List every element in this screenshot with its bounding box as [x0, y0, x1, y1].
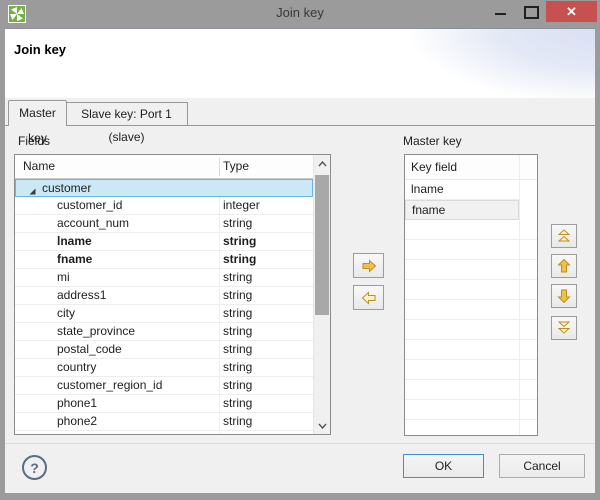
scrollbar-thumb[interactable]: [315, 175, 329, 315]
field-type: string: [223, 215, 252, 232]
table-row[interactable]: lname string: [15, 233, 313, 251]
table-row[interactable]: address1 string: [15, 287, 313, 305]
scroll-up-icon[interactable]: [314, 155, 330, 172]
maximize-button[interactable]: [516, 0, 546, 22]
field-name: customer_id: [57, 197, 122, 214]
key-field-value: lname: [411, 182, 444, 196]
move-up-button[interactable]: [551, 254, 577, 278]
field-type: string: [223, 377, 252, 394]
down-arrow-icon: [557, 288, 571, 304]
field-name: postal_code: [57, 341, 122, 358]
table-row[interactable]: customer_region_id string: [15, 377, 313, 395]
field-name: account_num: [57, 215, 129, 232]
minimize-button[interactable]: [486, 0, 514, 22]
master-key-label: Master key: [403, 134, 462, 148]
tree-row-customer[interactable]: customer: [15, 179, 313, 197]
move-down-button[interactable]: [551, 284, 577, 308]
key-row-fname[interactable]: fname: [405, 200, 519, 220]
field-type: string: [223, 269, 252, 286]
empty-grid-rows: [405, 220, 537, 435]
tab-bar: Master key Slave key: Port 1 (slave): [5, 98, 595, 126]
table-row[interactable]: phone2 string: [15, 413, 313, 431]
header-gradient-decoration: [395, 29, 595, 98]
ok-label: OK: [435, 459, 452, 473]
maximize-icon: [524, 6, 539, 19]
tab-slave-key[interactable]: Slave key: Port 1 (slave): [66, 102, 188, 126]
join-key-dialog: Join key ✕ Join key Master key Slave key…: [0, 0, 600, 500]
tree-expander-icon[interactable]: [28, 184, 37, 193]
app-clover-icon[interactable]: [8, 5, 26, 23]
titlebar[interactable]: Join key ✕: [0, 0, 600, 28]
master-key-table: Key field lname fname: [404, 154, 538, 436]
help-icon: ?: [30, 460, 39, 476]
field-name: fname: [57, 251, 92, 268]
key-field-value: fname: [412, 203, 445, 217]
left-arrow-icon: [361, 291, 377, 305]
close-button[interactable]: ✕: [546, 1, 597, 22]
field-name: city: [57, 305, 75, 322]
fields-table-body: customer customer_id integer account_num…: [15, 179, 313, 434]
field-type: integer: [223, 197, 260, 214]
column-separator: [219, 158, 220, 176]
master-key-table-header: Key field: [405, 155, 537, 180]
remove-from-key-button[interactable]: [353, 285, 384, 310]
double-down-icon: [557, 321, 571, 335]
table-row[interactable]: fname string: [15, 251, 313, 269]
field-type: string: [223, 323, 252, 340]
tree-root-label: customer: [42, 180, 91, 197]
table-row[interactable]: mi string: [15, 269, 313, 287]
field-type: string: [223, 413, 252, 430]
close-icon: ✕: [566, 4, 577, 20]
field-name: customer_region_id: [57, 377, 162, 394]
column-header-key-field: Key field: [411, 160, 457, 174]
cancel-label: Cancel: [523, 459, 560, 473]
dialog-body: Join key Master key Slave key: Port 1 (s…: [5, 28, 595, 493]
tab-slave-key-label: Slave key: Port 1 (slave): [81, 107, 172, 144]
double-up-icon: [557, 229, 571, 243]
table-row[interactable]: country string: [15, 359, 313, 377]
footer-separator: [5, 443, 595, 444]
table-row[interactable]: city string: [15, 305, 313, 323]
window-title: Join key: [276, 5, 324, 20]
field-name: mi: [57, 269, 70, 286]
table-row[interactable]: state_province string: [15, 323, 313, 341]
field-name: state_province: [57, 323, 135, 340]
field-name: phone1: [57, 395, 97, 412]
field-type: string: [223, 341, 252, 358]
up-arrow-icon: [557, 258, 571, 274]
field-name: country: [57, 359, 96, 376]
table-row[interactable]: account_num string: [15, 215, 313, 233]
field-name: address1: [57, 287, 106, 304]
ok-button[interactable]: OK: [403, 454, 484, 478]
column-header-name: Name: [23, 159, 55, 173]
fields-table-header: Name Type: [15, 155, 313, 179]
key-row-lname[interactable]: lname: [405, 180, 519, 200]
field-type: string: [223, 287, 252, 304]
scroll-down-icon[interactable]: [314, 417, 330, 434]
field-type: string: [223, 305, 252, 322]
move-to-top-button[interactable]: [551, 224, 577, 248]
table-row[interactable]: customer_id integer: [15, 197, 313, 215]
field-type: string: [223, 395, 252, 412]
help-button[interactable]: ?: [22, 455, 47, 480]
field-name: phone2: [57, 413, 97, 430]
dialog-header: Join key: [5, 29, 595, 98]
field-type: string: [223, 233, 256, 250]
add-to-key-button[interactable]: [353, 253, 384, 278]
cancel-button[interactable]: Cancel: [499, 454, 585, 478]
dialog-title: Join key: [14, 42, 66, 57]
move-to-bottom-button[interactable]: [551, 316, 577, 340]
fields-table: Name Type customer customer_id integer: [14, 154, 331, 435]
field-type: string: [223, 251, 256, 268]
minimize-icon: [495, 13, 506, 15]
tab-master-key[interactable]: Master key: [8, 100, 67, 126]
field-type: string: [223, 359, 252, 376]
right-arrow-icon: [361, 259, 377, 273]
field-name: lname: [57, 233, 92, 250]
table-row[interactable]: phone1 string: [15, 395, 313, 413]
table-row[interactable]: postal_code string: [15, 341, 313, 359]
vertical-scrollbar[interactable]: [313, 155, 330, 434]
column-header-type: Type: [223, 159, 249, 173]
